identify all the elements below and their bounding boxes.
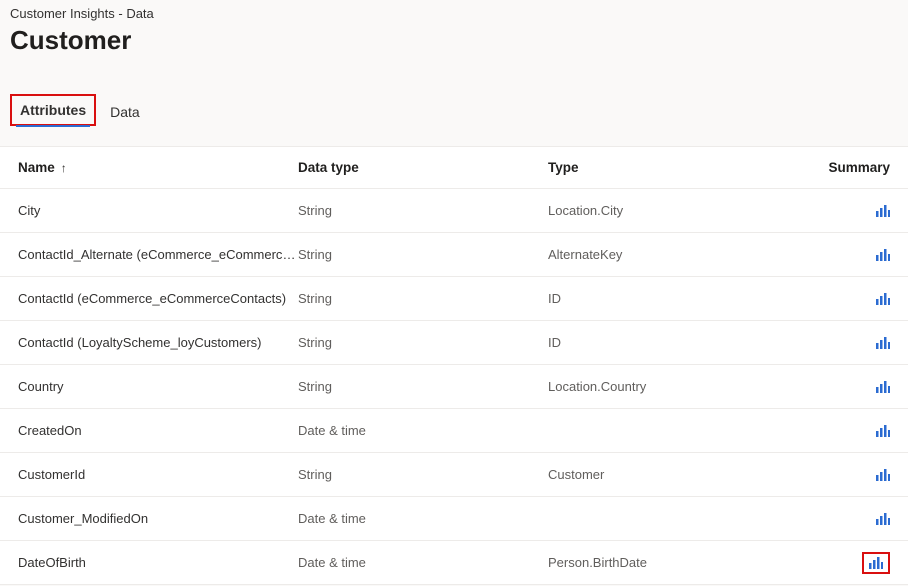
bar-chart-icon[interactable] bbox=[869, 557, 883, 569]
cell-datatype: Date & time bbox=[298, 511, 548, 526]
column-header-name-label: Name bbox=[18, 160, 55, 175]
cell-summary bbox=[808, 205, 890, 217]
bar-chart-icon[interactable] bbox=[876, 205, 890, 217]
cell-summary bbox=[808, 469, 890, 481]
table-row: Customer_ModifiedOnDate & time bbox=[0, 497, 908, 541]
cell-name: CreatedOn bbox=[18, 423, 298, 438]
cell-type: Location.City bbox=[548, 203, 808, 218]
cell-datatype: Date & time bbox=[298, 555, 548, 570]
cell-summary bbox=[808, 381, 890, 393]
column-header-summary[interactable]: Summary bbox=[808, 160, 890, 175]
breadcrumb: Customer Insights - Data bbox=[10, 6, 898, 21]
cell-name: ContactId_Alternate (eCommerce_eCommerce… bbox=[18, 247, 298, 262]
cell-name: DateOfBirth bbox=[18, 555, 298, 570]
table-row: CityStringLocation.City bbox=[0, 189, 908, 233]
table-row: CustomerIdStringCustomer bbox=[0, 453, 908, 497]
cell-name: ContactId (eCommerce_eCommerceContacts) bbox=[18, 291, 298, 306]
page-title: Customer bbox=[10, 25, 898, 56]
column-header-summary-label: Summary bbox=[828, 160, 890, 175]
table-row: ContactId (eCommerce_eCommerceContacts)S… bbox=[0, 277, 908, 321]
table-row: ContactId_Alternate (eCommerce_eCommerce… bbox=[0, 233, 908, 277]
column-header-datatype[interactable]: Data type bbox=[298, 160, 548, 175]
cell-name: CustomerId bbox=[18, 467, 298, 482]
table-row: CreatedOnDate & time bbox=[0, 409, 908, 453]
cell-type: Customer bbox=[548, 467, 808, 482]
cell-summary bbox=[808, 552, 890, 574]
cell-datatype: String bbox=[298, 379, 548, 394]
cell-datatype: String bbox=[298, 467, 548, 482]
cell-datatype: String bbox=[298, 203, 548, 218]
cell-datatype: String bbox=[298, 247, 548, 262]
bar-chart-icon[interactable] bbox=[876, 293, 890, 305]
bar-chart-icon[interactable] bbox=[876, 513, 890, 525]
column-header-name[interactable]: Name ↑ bbox=[18, 160, 298, 175]
cell-name: Customer_ModifiedOn bbox=[18, 511, 298, 526]
cell-summary bbox=[808, 337, 890, 349]
cell-summary bbox=[808, 425, 890, 437]
bar-chart-icon[interactable] bbox=[876, 425, 890, 437]
table-row: CountryStringLocation.Country bbox=[0, 365, 908, 409]
tab-attributes[interactable]: Attributes bbox=[12, 96, 94, 124]
cell-datatype: String bbox=[298, 335, 548, 350]
bar-chart-icon[interactable] bbox=[876, 249, 890, 261]
cell-summary bbox=[808, 249, 890, 261]
tab-data[interactable]: Data bbox=[102, 98, 148, 126]
cell-datatype: Date & time bbox=[298, 423, 548, 438]
cell-name: ContactId (LoyaltyScheme_loyCustomers) bbox=[18, 335, 298, 350]
cell-name: Country bbox=[18, 379, 298, 394]
bar-chart-icon[interactable] bbox=[876, 337, 890, 349]
attributes-table: Name ↑ Data type Type Summary CityString… bbox=[0, 146, 908, 585]
cell-name: City bbox=[18, 203, 298, 218]
column-header-type[interactable]: Type bbox=[548, 160, 808, 175]
bar-chart-icon[interactable] bbox=[876, 469, 890, 481]
table-header-row: Name ↑ Data type Type Summary bbox=[0, 147, 908, 189]
cell-type: AlternateKey bbox=[548, 247, 808, 262]
table-row: ContactId (LoyaltyScheme_loyCustomers)St… bbox=[0, 321, 908, 365]
bar-chart-icon[interactable] bbox=[876, 381, 890, 393]
sort-ascending-icon: ↑ bbox=[61, 161, 67, 175]
cell-type: ID bbox=[548, 335, 808, 350]
cell-datatype: String bbox=[298, 291, 548, 306]
cell-summary bbox=[808, 293, 890, 305]
tabs: Attributes Data bbox=[10, 94, 908, 126]
cell-summary bbox=[808, 513, 890, 525]
cell-type: Location.Country bbox=[548, 379, 808, 394]
table-row: DateOfBirthDate & timePerson.BirthDate bbox=[0, 541, 908, 585]
cell-type: ID bbox=[548, 291, 808, 306]
cell-type: Person.BirthDate bbox=[548, 555, 808, 570]
